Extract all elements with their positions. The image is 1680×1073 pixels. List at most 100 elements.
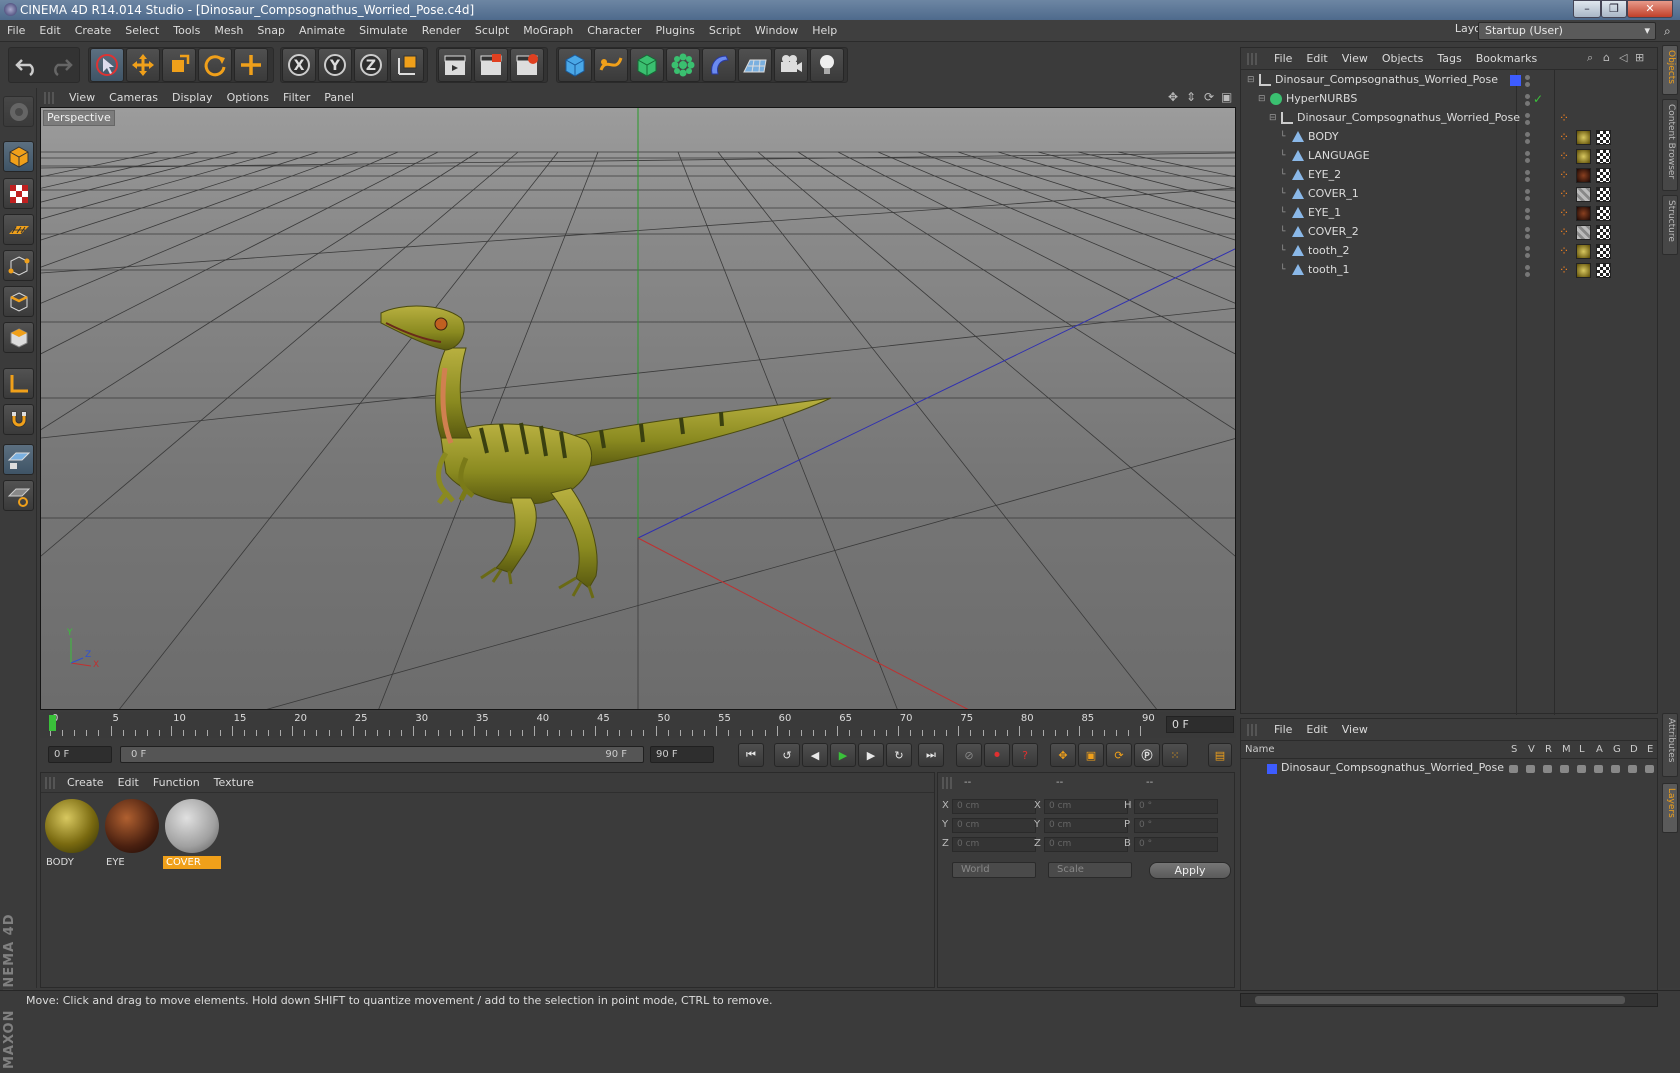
- layer-flag-m-icon[interactable]: [1560, 765, 1569, 773]
- play-button[interactable]: ▶: [830, 743, 856, 767]
- uvw-tag-icon[interactable]: [1596, 187, 1611, 202]
- phong-tag-icon[interactable]: ⁘: [1559, 222, 1569, 242]
- coord-value-field[interactable]: 0 °: [1134, 818, 1218, 833]
- material-tag-icon[interactable]: [1576, 187, 1591, 202]
- layer-flag-header-v[interactable]: V: [1528, 744, 1535, 755]
- points-mode-button[interactable]: [3, 250, 34, 281]
- maximize-button[interactable]: ❐: [1601, 0, 1627, 18]
- layer-flag-l-icon[interactable]: [1577, 765, 1586, 773]
- object-row[interactable]: ⊟ Dinosaur_Compsognathus_Worried_Pose: [1241, 70, 1657, 90]
- phong-tag-icon[interactable]: ⁘: [1559, 108, 1569, 128]
- layer-menu-edit[interactable]: Edit: [1299, 719, 1334, 741]
- lock-workplane-button[interactable]: [3, 444, 34, 475]
- visibility-toggle[interactable]: [1522, 170, 1532, 182]
- deformer-button[interactable]: [702, 48, 736, 82]
- menu-character[interactable]: Character: [580, 20, 648, 42]
- layer-color-swatch[interactable]: [1267, 764, 1277, 774]
- layer-horizontal-scrollbar[interactable]: [1240, 993, 1658, 1007]
- close-button[interactable]: ✕: [1627, 0, 1673, 18]
- layer-flag-header-r[interactable]: R: [1545, 744, 1552, 755]
- menu-tools[interactable]: Tools: [166, 20, 207, 42]
- object-menu-bookmarks[interactable]: Bookmarks: [1469, 48, 1544, 70]
- workplane-mode-button[interactable]: [3, 214, 34, 245]
- y-axis-button[interactable]: Y: [318, 48, 352, 82]
- spline-button[interactable]: [594, 48, 628, 82]
- model-mode-button[interactable]: [3, 141, 34, 172]
- object-row[interactable]: └ tooth_2 ⁘: [1241, 241, 1657, 261]
- object-row[interactable]: └ tooth_1 ⁘: [1241, 260, 1657, 280]
- side-tab-structure[interactable]: Structure: [1662, 195, 1678, 255]
- move-tool-button[interactable]: [126, 48, 160, 82]
- prev-frame-button[interactable]: ◀: [802, 743, 828, 767]
- menu-mograph[interactable]: MoGraph: [516, 20, 580, 42]
- layer-menu-view[interactable]: View: [1335, 719, 1375, 741]
- coordinate-mode-dropdown[interactable]: World: [952, 862, 1036, 878]
- undo-button[interactable]: [10, 48, 44, 82]
- uvw-tag-icon[interactable]: [1596, 149, 1611, 164]
- object-row[interactable]: └ EYE_1 ⁘: [1241, 203, 1657, 223]
- minimize-button[interactable]: –: [1573, 0, 1601, 18]
- current-frame-field[interactable]: 0 F: [1166, 716, 1234, 733]
- coord-value-field[interactable]: 0 cm: [952, 799, 1036, 814]
- layer-flag-a-icon[interactable]: [1594, 765, 1603, 773]
- material-tag-icon[interactable]: [1576, 168, 1591, 183]
- object-menu-edit[interactable]: Edit: [1299, 48, 1334, 70]
- layer-row[interactable]: Dinosaur_Compsognathus_Worried_Pose: [1241, 760, 1657, 778]
- visibility-toggle[interactable]: [1522, 189, 1532, 201]
- panel-grip[interactable]: [942, 777, 954, 789]
- panel-grip[interactable]: [44, 92, 56, 104]
- layer-flag-header-d[interactable]: D: [1630, 744, 1638, 755]
- object-row[interactable]: └ COVER_2 ⁘: [1241, 222, 1657, 242]
- viewport-menu-view[interactable]: View: [62, 88, 102, 107]
- cube-button[interactable]: [558, 48, 592, 82]
- visibility-toggle[interactable]: [1522, 75, 1532, 87]
- goto-end-button[interactable]: ⏭: [918, 743, 944, 767]
- layer-flag-header-e[interactable]: E: [1647, 744, 1653, 755]
- layer-flag-e-icon[interactable]: [1645, 765, 1654, 773]
- z-axis-button[interactable]: Z: [354, 48, 388, 82]
- layer-flag-g-icon[interactable]: [1611, 765, 1620, 773]
- orbit-view-icon[interactable]: ⟳: [1204, 90, 1214, 104]
- dolly-view-icon[interactable]: ⇕: [1186, 90, 1196, 104]
- enabled-check-icon[interactable]: ✓: [1533, 89, 1543, 109]
- viewport-menu-cameras[interactable]: Cameras: [102, 88, 165, 107]
- recent-tool-button[interactable]: [234, 48, 268, 82]
- camera-button[interactable]: [774, 48, 808, 82]
- phong-tag-icon[interactable]: ⁘: [1559, 260, 1569, 280]
- make-editable-button[interactable]: [3, 96, 34, 127]
- panel-grip[interactable]: [45, 777, 57, 789]
- phong-tag-icon[interactable]: ⁘: [1559, 146, 1569, 166]
- snap-button[interactable]: [3, 404, 34, 435]
- visibility-toggle[interactable]: [1522, 265, 1532, 277]
- coord-value-field[interactable]: 0 °: [1134, 799, 1218, 814]
- viewport-menu-filter[interactable]: Filter: [276, 88, 317, 107]
- uvw-tag-icon[interactable]: [1596, 168, 1611, 183]
- pan-view-icon[interactable]: ✥: [1168, 90, 1178, 104]
- planar-workplane-button[interactable]: [3, 480, 34, 511]
- object-row[interactable]: ⊟ HyperNURBS ✓: [1241, 89, 1657, 109]
- key-scale-button[interactable]: ▣: [1078, 743, 1104, 767]
- scrollbar-thumb[interactable]: [1255, 996, 1625, 1004]
- new-view-icon[interactable]: ⊞: [1635, 51, 1644, 64]
- menu-script[interactable]: Script: [702, 20, 748, 42]
- side-tab-content-browser[interactable]: Content Browser: [1662, 99, 1678, 191]
- material-menu-create[interactable]: Create: [60, 773, 111, 793]
- object-row[interactable]: └ LANGUAGE ⁘: [1241, 146, 1657, 166]
- timeline-ruler[interactable]: 051015202530354045505560657075808590 0 F: [40, 712, 1236, 738]
- menu-animate[interactable]: Animate: [292, 20, 352, 42]
- side-tab-attributes[interactable]: Attributes: [1662, 713, 1678, 777]
- home-icon[interactable]: ⌂: [1603, 51, 1610, 64]
- viewport-menu-display[interactable]: Display: [165, 88, 220, 107]
- key-pla-button[interactable]: ⁙: [1162, 743, 1188, 767]
- coord-value-field[interactable]: 0 cm: [952, 837, 1036, 852]
- side-tab-objects[interactable]: Objects: [1662, 45, 1678, 95]
- coord-value-field[interactable]: 0 cm: [952, 818, 1036, 833]
- menu-sculpt[interactable]: Sculpt: [468, 20, 516, 42]
- goto-start-button[interactable]: ⏮: [738, 743, 764, 767]
- record-keys-button[interactable]: ⊘: [956, 743, 982, 767]
- material-menu-texture[interactable]: Texture: [207, 773, 261, 793]
- layer-flag-header-l[interactable]: L: [1579, 744, 1585, 755]
- floor-button[interactable]: [738, 48, 772, 82]
- visibility-toggle[interactable]: [1522, 151, 1532, 163]
- object-row[interactable]: ⊟ Dinosaur_Compsognathus_Worried_Pose ⁘: [1241, 108, 1657, 128]
